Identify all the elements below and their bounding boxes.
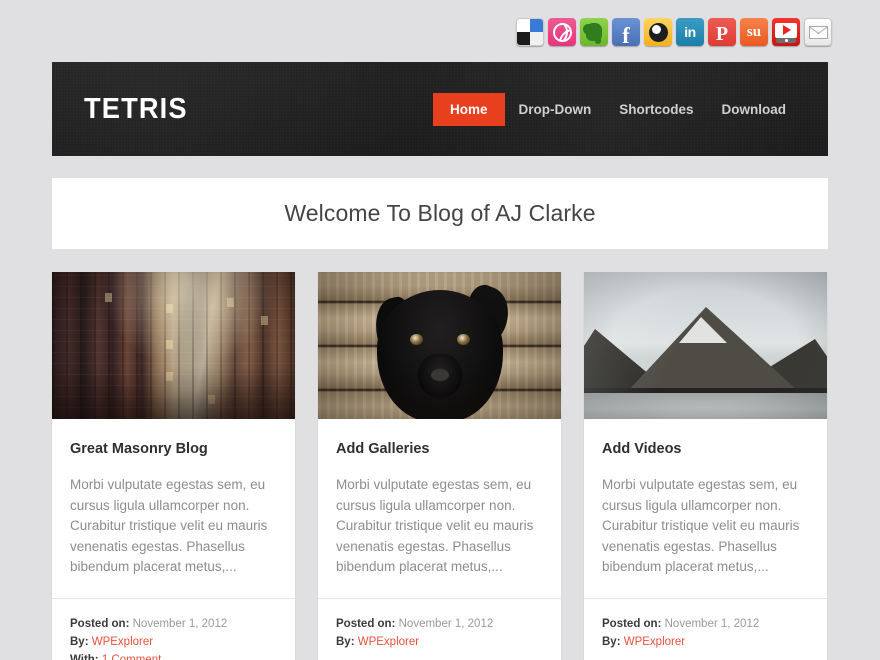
facebook-icon[interactable]: f <box>612 18 640 46</box>
post-meta: Posted on: November 1, 2012 By: WPExplor… <box>584 597 827 660</box>
post-card: Add Galleries Morbi vulputate egestas se… <box>318 272 561 660</box>
post-excerpt: Morbi vulputate egestas sem, eu cursus l… <box>70 477 268 574</box>
meta-by-label: By: <box>336 635 355 648</box>
stumbleupon-glyph: su <box>746 23 762 40</box>
post-excerpt: Morbi vulputate egestas sem, eu cursus l… <box>602 477 800 574</box>
post-title[interactable]: Great Masonry Blog <box>70 441 277 457</box>
linkedin-glyph: in <box>684 24 696 40</box>
meta-posted-label: Posted on: <box>602 617 662 630</box>
meta-posted-label: Posted on: <box>70 617 130 630</box>
pinterest-glyph: P <box>715 22 729 45</box>
post-thumbnail-galleries[interactable] <box>318 272 561 419</box>
post-body: Add Galleries Morbi vulputate egestas se… <box>318 419 561 598</box>
post-meta: Posted on: November 1, 2012 By: WPExplor… <box>318 597 561 660</box>
meta-author: By: WPExplorer <box>602 633 809 651</box>
main-navigation: Home Drop-Down Shortcodes Download <box>432 92 801 126</box>
site-header: TETRIS Home Drop-Down Shortcodes Downloa… <box>52 62 828 156</box>
welcome-panel: Welcome To Blog of AJ Clarke <box>52 178 828 249</box>
post-meta: Posted on: November 1, 2012 By: WPExplor… <box>52 597 295 660</box>
dribbble-icon[interactable] <box>548 18 576 46</box>
social-links-bar: f in P su <box>516 18 832 46</box>
linkedin-icon[interactable]: in <box>676 18 704 46</box>
meta-by-label: By: <box>70 635 89 648</box>
page-title: Welcome To Blog of AJ Clarke <box>284 200 596 226</box>
meta-author: By: WPExplorer <box>336 633 543 651</box>
meta-posted-label: Posted on: <box>336 617 396 630</box>
meta-posted-on: Posted on: November 1, 2012 <box>336 615 543 633</box>
nav-item-download[interactable]: Download <box>708 93 801 126</box>
facebook-glyph: f <box>622 22 630 47</box>
meta-posted-on: Posted on: November 1, 2012 <box>602 615 809 633</box>
post-title[interactable]: Add Galleries <box>336 441 543 457</box>
picasa-icon[interactable] <box>644 18 672 46</box>
stumbleupon-icon[interactable]: su <box>740 18 768 46</box>
delicious-icon[interactable] <box>516 18 544 46</box>
youtube-icon[interactable] <box>772 18 800 46</box>
meta-posted-value: November 1, 2012 <box>398 617 494 630</box>
post-body: Great Masonry Blog Morbi vulputate egest… <box>52 419 295 598</box>
nav-item-home[interactable]: Home <box>432 92 505 126</box>
meta-author-link[interactable]: WPExplorer <box>358 636 419 648</box>
meta-author: By: WPExplorer <box>70 633 277 651</box>
nav-item-drop-down[interactable]: Drop-Down <box>505 93 606 126</box>
posts-grid: Great Masonry Blog Morbi vulputate egest… <box>52 272 828 660</box>
post-title[interactable]: Add Videos <box>602 441 809 457</box>
post-excerpt: Morbi vulputate egestas sem, eu cursus l… <box>336 477 534 574</box>
post-body: Add Videos Morbi vulputate egestas sem, … <box>584 419 827 598</box>
meta-with-label: With: <box>70 653 99 660</box>
meta-by-label: By: <box>602 635 621 648</box>
pinterest-icon[interactable]: P <box>708 18 736 46</box>
meta-author-link[interactable]: WPExplorer <box>92 636 153 648</box>
post-card: Add Videos Morbi vulputate egestas sem, … <box>584 272 827 660</box>
site-logo[interactable]: TETRIS <box>84 93 188 126</box>
post-thumbnail-videos[interactable] <box>584 272 827 419</box>
meta-author-link[interactable]: WPExplorer <box>624 636 685 648</box>
meta-posted-value: November 1, 2012 <box>132 617 228 630</box>
email-icon[interactable] <box>804 18 832 46</box>
meta-comments-link[interactable]: 1 Comment <box>102 654 161 660</box>
meta-comments: With: 1 Comment <box>70 651 277 660</box>
post-card: Great Masonry Blog Morbi vulputate egest… <box>52 272 295 660</box>
meta-posted-value: November 1, 2012 <box>664 617 760 630</box>
post-thumbnail-masonry[interactable] <box>52 272 295 419</box>
nav-item-shortcodes[interactable]: Shortcodes <box>605 93 707 126</box>
evernote-icon[interactable] <box>580 18 608 46</box>
meta-posted-on: Posted on: November 1, 2012 <box>70 615 277 633</box>
